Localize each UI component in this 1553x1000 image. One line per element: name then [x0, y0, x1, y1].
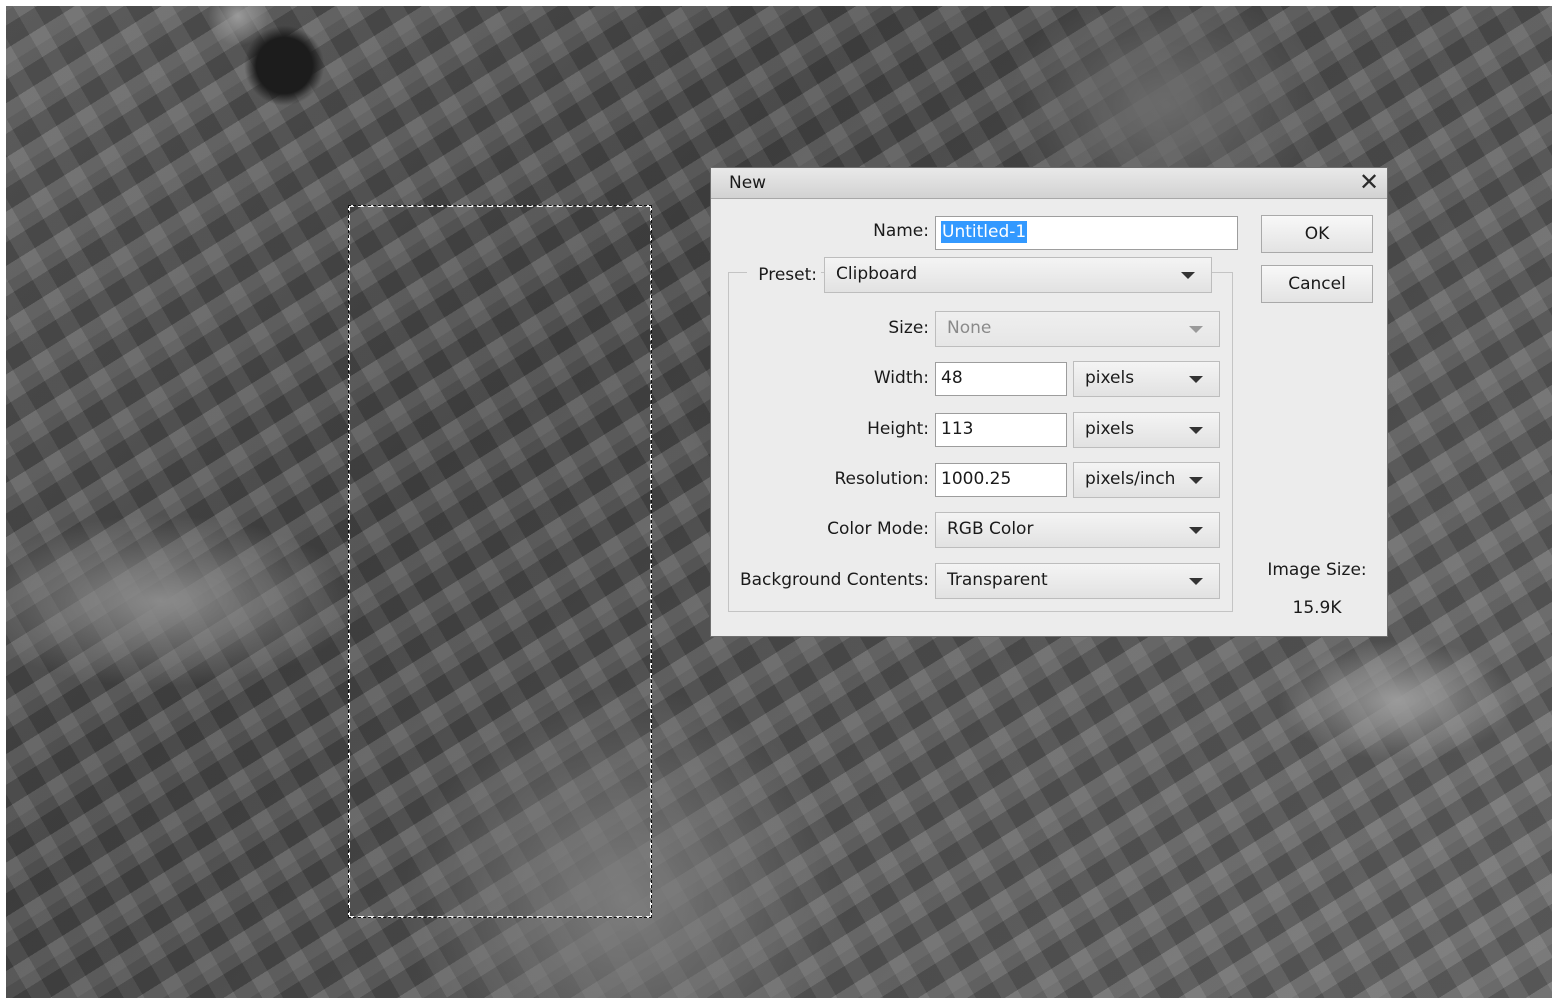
resolution-unit-dropdown[interactable]: pixels/inch — [1073, 462, 1220, 498]
marquee-selection[interactable] — [348, 205, 652, 918]
preset-label: Preset: — [747, 265, 821, 285]
size-label: Size: — [888, 318, 929, 338]
name-input-value: Untitled-1 — [941, 221, 1028, 243]
color-mode-dropdown[interactable]: RGB Color — [935, 512, 1220, 548]
chevron-down-icon — [1189, 427, 1203, 434]
chevron-down-icon — [1189, 578, 1203, 585]
preset-dropdown-value: Clipboard — [836, 264, 918, 284]
width-label: Width: — [873, 368, 929, 388]
ok-button[interactable]: OK — [1261, 215, 1373, 253]
height-label: Height: — [867, 419, 929, 439]
name-input[interactable]: Untitled-1 — [935, 216, 1238, 250]
size-dropdown-value: None — [947, 318, 992, 338]
chevron-down-icon — [1189, 477, 1203, 484]
cancel-button[interactable]: Cancel — [1261, 265, 1373, 303]
chevron-down-icon — [1181, 272, 1195, 279]
preset-dropdown[interactable]: Clipboard — [824, 257, 1212, 293]
dialog-titlebar[interactable]: New ✕ — [711, 168, 1387, 199]
image-size-value: 15.9K — [1292, 598, 1342, 618]
width-unit-value: pixels — [1085, 368, 1135, 388]
size-dropdown[interactable]: None — [935, 311, 1220, 347]
chevron-down-icon — [1189, 326, 1203, 333]
background-contents-value: Transparent — [947, 570, 1048, 590]
height-unit-value: pixels — [1085, 419, 1135, 439]
name-label: Name: — [873, 221, 929, 241]
resolution-input[interactable]: 1000.25 — [935, 463, 1067, 497]
close-icon[interactable]: ✕ — [1357, 170, 1381, 194]
color-mode-label: Color Mode: — [827, 519, 929, 539]
background-contents-label: Background Contents: — [739, 570, 929, 590]
width-input[interactable]: 48 — [935, 362, 1067, 396]
resolution-unit-value: pixels/inch — [1085, 469, 1176, 489]
height-input[interactable]: 113 — [935, 413, 1067, 447]
chevron-down-icon — [1189, 376, 1203, 383]
width-unit-dropdown[interactable]: pixels — [1073, 361, 1220, 397]
color-mode-value: RGB Color — [947, 519, 1034, 539]
height-unit-dropdown[interactable]: pixels — [1073, 412, 1220, 448]
image-size-label: Image Size: — [1267, 560, 1367, 580]
dialog-title: New — [729, 173, 767, 193]
new-document-dialog: New ✕ Name: Untitled-1 Preset: Clipboard… — [710, 167, 1388, 637]
chevron-down-icon — [1189, 527, 1203, 534]
resolution-label: Resolution: — [834, 469, 929, 489]
background-contents-dropdown[interactable]: Transparent — [935, 563, 1220, 599]
